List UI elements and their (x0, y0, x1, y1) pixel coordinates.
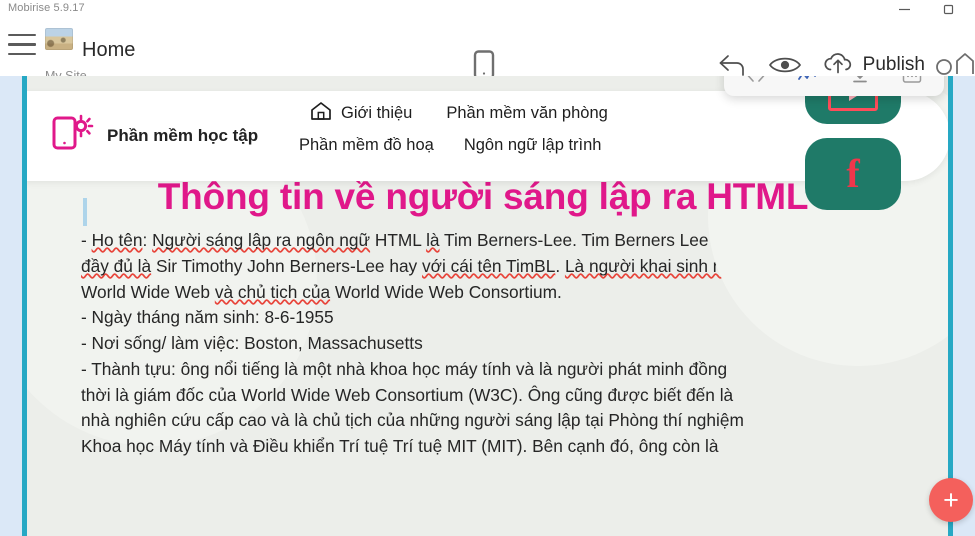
site-thumbnail[interactable] (45, 28, 73, 50)
site-page-preview: f (27, 76, 948, 536)
misspelled-word: là (426, 230, 439, 250)
body-paragraph-1: - Ho tên: Người sáng lập ra ngôn ngữ HTM… (81, 228, 746, 305)
article-block: Thông tin về người sáng lập ra HTML (133, 176, 833, 217)
page-headline[interactable]: Thông tin về người sáng lập ra HTML (133, 176, 833, 217)
add-block-button[interactable]: + (929, 478, 973, 522)
nav-link-ngon-ngu-lap-trinh[interactable]: Ngôn ngữ lập trình (464, 136, 602, 155)
nav-link-phan-mem-van-phong[interactable]: Phần mềm văn phòng (446, 104, 607, 123)
download-icon[interactable] (847, 76, 873, 89)
misspelled-word: Là người khai sinh ra (565, 256, 728, 276)
site-brand-label: Phần mềm học tập (107, 126, 258, 146)
misspelled-word: Người sáng lập ra ngôn ngữ (152, 230, 370, 250)
minimize-button[interactable] (897, 2, 911, 16)
facebook-float-button[interactable]: f (805, 138, 901, 210)
block-toolbar (724, 76, 944, 96)
menu-button[interactable] (8, 34, 36, 60)
publish-label: Publish (863, 54, 925, 76)
body-paragraph-4: - Thành tựu: ông nổi tiếng là một nhà kh… (81, 357, 746, 460)
body-paragraph-3: - Nơi sống/ làm việc: Boston, Massachuse… (81, 331, 746, 357)
misspelled-word: và chủ tich của (215, 282, 330, 302)
hamburger-line (8, 34, 36, 36)
page-title: Home (82, 40, 135, 60)
canvas-right-rail (953, 76, 975, 536)
editor-canvas: f (0, 76, 975, 536)
canvas-left-rail (0, 76, 22, 536)
facebook-icon: f (846, 154, 859, 194)
block-selection-edge-right (948, 76, 953, 536)
home-icon (310, 101, 332, 126)
nav-link-gioi-thieu[interactable]: Giới thiệu (310, 101, 412, 126)
nav-link-label: Phần mềm văn phòng (446, 104, 607, 123)
hamburger-line (8, 43, 36, 45)
misspelled-word: với cái tên TimBL (422, 256, 555, 276)
title-bar: Mobirise 5.9.17 (0, 0, 975, 18)
hamburger-line (8, 53, 36, 55)
nav-link-label: Giới thiệu (341, 104, 412, 123)
learning-software-logo-icon (51, 113, 95, 158)
maximize-button[interactable] (941, 2, 955, 16)
plus-icon: + (943, 487, 959, 514)
text-cursor (83, 198, 87, 226)
main-toolbar: Home My Site (0, 18, 975, 76)
article-body[interactable]: - Ho tên: Người sáng lập ra ngôn ngữ HTM… (81, 228, 746, 460)
nav-link-label: Phần mềm đồ hoạ (299, 136, 434, 155)
nav-link-label: Ngôn ngữ lập trình (464, 136, 602, 155)
window-controls (897, 0, 955, 18)
misspelled-word: Ho tên (92, 230, 143, 250)
magic-wand-icon[interactable] (795, 76, 821, 89)
body-paragraph-2: - Ngày tháng năm sinh: 8-6-1955 (81, 305, 746, 331)
nav-link-phan-mem-do-hoa[interactable]: Phần mềm đồ hoạ (299, 136, 434, 155)
mobirise-app-window: Mobirise 5.9.17 Home My Site (0, 0, 975, 536)
app-version-label: Mobirise 5.9.17 (8, 2, 85, 14)
code-icon[interactable] (743, 76, 769, 89)
site-brand[interactable]: Phần mềm học tập (51, 113, 258, 158)
more-icon[interactable] (899, 76, 925, 89)
